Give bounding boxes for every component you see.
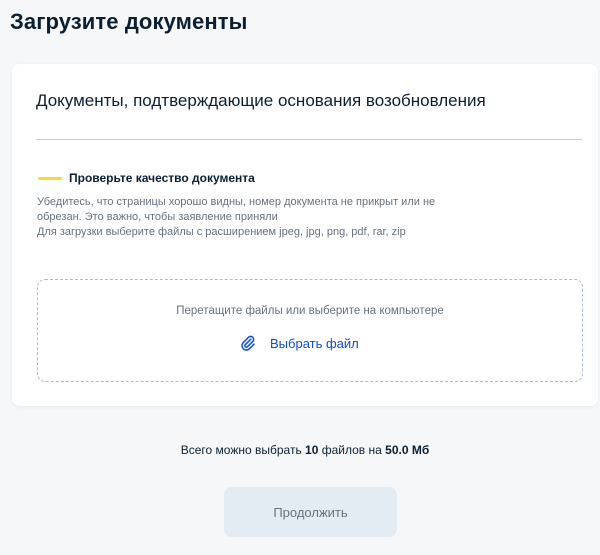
dropzone-hint: Перетащите файлы или выберите на компьют… xyxy=(176,305,444,317)
page-title: Загрузите документы xyxy=(10,9,248,34)
files-limit-text: Всего можно выбрать 10 файлов на 50.0 Мб xyxy=(0,443,600,457)
card-title: Документы, подтверждающие основания возо… xyxy=(36,91,486,110)
notice-line: обрезан. Это важно, чтобы заявление прин… xyxy=(37,211,278,223)
divider xyxy=(36,139,582,140)
notice-marker xyxy=(38,177,62,180)
limit-prefix: Всего можно выбрать xyxy=(180,443,306,457)
choose-file-label[interactable]: Выбрать файл xyxy=(270,336,359,351)
notice-line: Убедитесь, что страницы хорошо видны, но… xyxy=(37,196,436,208)
upload-page: Загрузите документы Документы, подтвержд… xyxy=(0,0,600,555)
choose-file-link[interactable]: Выбрать файл xyxy=(238,333,359,353)
limit-size: 50.0 Мб xyxy=(385,443,430,457)
notice-text: Убедитесь, что страницы хорошо видны, но… xyxy=(37,195,577,240)
notice-line: Для загрузки выберите файлы с расширение… xyxy=(37,226,406,238)
limit-count: 10 xyxy=(305,443,319,457)
notice-title: Проверьте качество документа xyxy=(69,171,255,185)
paperclip-icon xyxy=(238,333,258,353)
continue-button[interactable]: Продолжить xyxy=(224,487,397,537)
limit-middle: файлов на xyxy=(318,443,386,457)
file-dropzone[interactable]: Перетащите файлы или выберите на компьют… xyxy=(37,279,583,382)
documents-card: Документы, подтверждающие основания возо… xyxy=(12,64,598,406)
